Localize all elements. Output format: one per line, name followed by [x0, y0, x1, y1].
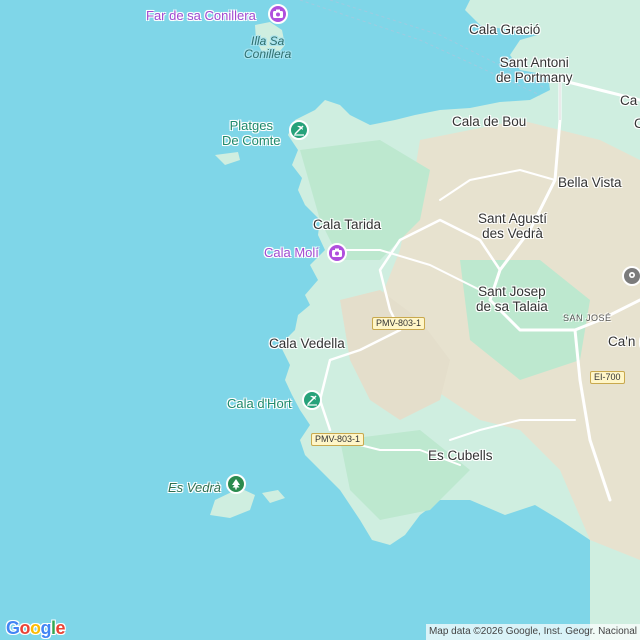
place-can-edge[interactable]: Ca'n ( [608, 334, 640, 349]
place-sant-antoni[interactable]: Sant Antoni de Portmany [496, 55, 573, 85]
poi-far-label[interactable]: Far de sa Conillera [146, 8, 256, 23]
water-label-illa-conillera: Illa Sa Conillera [244, 35, 291, 61]
place-cala-vedella[interactable]: Cala Vedella [269, 336, 345, 351]
map-attribution[interactable]: Map data ©2026 Google, Inst. Geogr. Naci… [425, 624, 640, 640]
place-sant-agusti-line1: Sant Agustí [478, 211, 548, 226]
poi-platges-line1: Platges [229, 118, 273, 133]
road-shield-pmv-top: PMV-803-1 [372, 317, 426, 330]
area-label-san-jose: SAN JOSÉ [563, 313, 612, 323]
poi-es-vedra-label[interactable]: Es Vedrà [168, 480, 221, 495]
poi-cala-moli-label[interactable]: Cala Molí [264, 245, 319, 260]
place-cala-tarida[interactable]: Cala Tarida [313, 217, 381, 232]
poi-platges-line2: De Comte [222, 133, 281, 148]
poi-cala-dhort-label[interactable]: Cala d'Hort [227, 396, 292, 411]
place-sant-agusti[interactable]: Sant Agustí des Vedrà [478, 211, 547, 241]
place-sant-josep[interactable]: Sant Josep de sa Talaia [476, 284, 548, 314]
map-canvas[interactable] [0, 0, 640, 640]
place-cala-gracio[interactable]: Cala Gració [469, 22, 540, 37]
place-c-edge[interactable]: C [634, 116, 640, 131]
camera-icon[interactable] [268, 4, 288, 24]
place-sant-antoni-line1: Sant Antoni [499, 55, 569, 70]
es-vedranell-island [262, 490, 285, 503]
place-sant-josep-line1: Sant Josep [478, 284, 546, 299]
place-ca-edge[interactable]: Ca [620, 93, 637, 108]
place-es-cubells[interactable]: Es Cubells [428, 448, 493, 463]
road-shield-pmv-bottom: PMV-803-1 [311, 433, 365, 446]
location-pin-icon[interactable] [622, 266, 640, 286]
place-sant-josep-line2: de sa Talaia [476, 299, 548, 314]
road-shield-ei700: EI-700 [590, 371, 625, 384]
small-islet [215, 152, 240, 165]
beach-icon[interactable] [289, 120, 309, 140]
beach-icon[interactable] [302, 390, 322, 410]
google-logo[interactable]: Google [6, 618, 66, 639]
camera-icon[interactable] [327, 243, 347, 263]
place-sant-agusti-line2: des Vedrà [482, 226, 543, 241]
tree-icon[interactable] [226, 474, 246, 494]
place-cala-de-bou[interactable]: Cala de Bou [452, 114, 526, 129]
poi-platges-label[interactable]: Platges De Comte [222, 118, 281, 148]
place-bella-vista[interactable]: Bella Vista [558, 175, 622, 190]
water-label-line2: Conillera [244, 47, 292, 61]
place-sant-antoni-line2: de Portmany [496, 70, 573, 85]
